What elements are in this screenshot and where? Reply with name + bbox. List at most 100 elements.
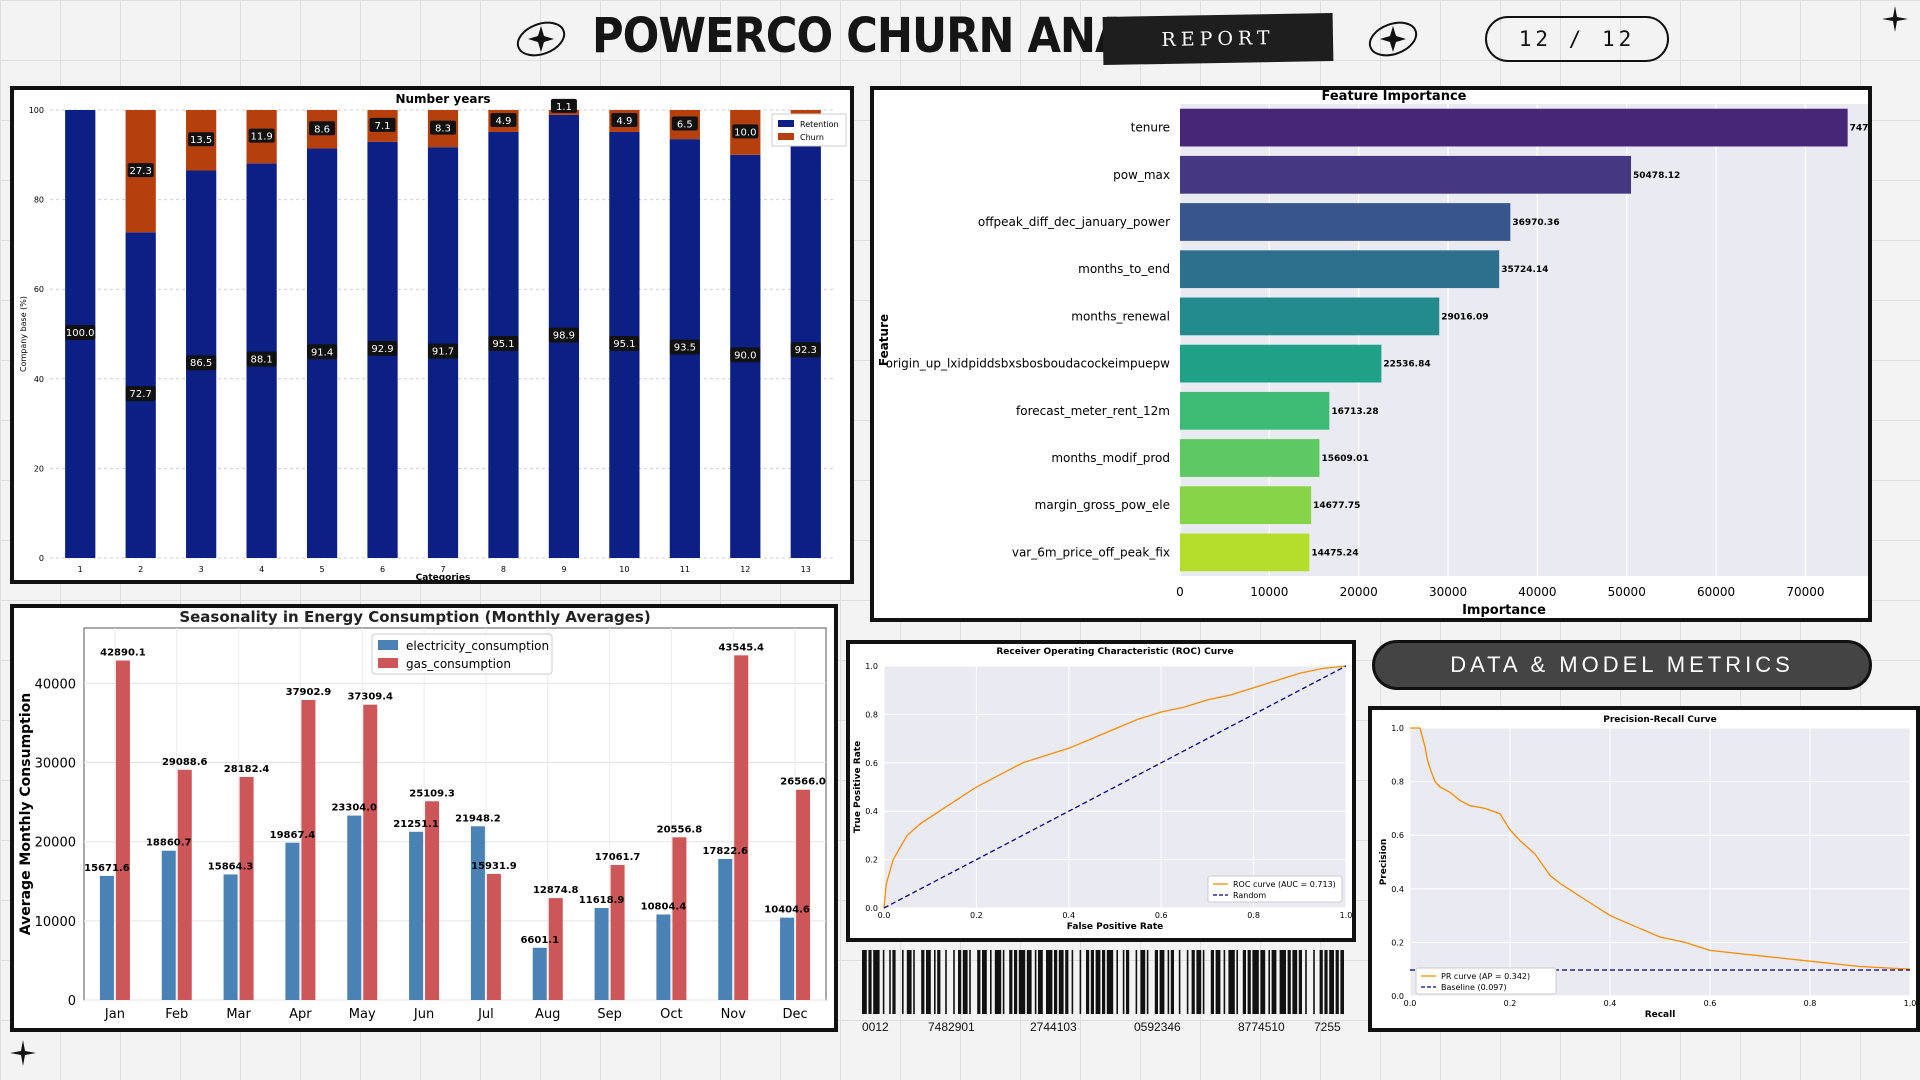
electricity-value-label: 21251.1 [393,819,439,830]
x-tick-label: 60000 [1697,585,1735,599]
chart-title: Seasonality in Energy Consumption (Month… [179,608,650,626]
x-tick-label: 3 [199,565,204,574]
legend-label: gas_consumption [406,657,511,671]
gas-bar [363,704,378,1000]
feature-name-label: pow_max [1113,168,1170,182]
x-tick-label: 50000 [1608,585,1646,599]
x-tick-label: Mar [226,1007,251,1022]
barcode-bar [1079,950,1082,1014]
y-tick-label: 1.0 [865,662,878,671]
barcode-bar [1329,950,1334,1014]
barcode-bar [1186,950,1189,1014]
electricity-value-label: 6601.1 [520,935,559,946]
chart-title: Feature Importance [1322,90,1467,104]
legend-swatch [378,658,398,668]
y-tick-label: 0.2 [865,856,878,865]
churn-value-label: 11.9 [250,132,272,143]
x-axis-label: False Positive Rate [1067,922,1164,932]
report-badge: REPORT [1102,12,1334,66]
x-tick-label: 40000 [1518,585,1556,599]
gas-value-label: 25109.3 [409,788,455,799]
x-tick-label: 30000 [1429,585,1467,599]
legend-swatch [778,120,794,127]
x-axis-label: Recall [1645,1010,1676,1020]
barcode-bar [1090,950,1094,1014]
electricity-bar [470,826,485,1000]
x-tick-label: 6 [380,565,385,574]
barcode-bar [1106,950,1114,1014]
gas-bar [115,660,130,1000]
barcode-number: 0592346 [1134,1020,1181,1034]
feature-value-label: 14475.24 [1311,548,1358,558]
sparkle-icon [1368,21,1418,57]
sparkle-icon [516,21,566,57]
x-tick-label: Feb [165,1007,188,1022]
barcode-bar [902,950,904,1014]
y-tick-label: 0.6 [865,759,878,768]
x-tick-label: 10000 [1250,585,1288,599]
barcode-bar [1242,950,1246,1014]
barcode-bar [945,950,947,1014]
barcode-bar [1146,950,1149,1014]
barcode-bar [921,950,925,1014]
y-tick-label: 10000 [35,915,76,930]
x-tick-label: 8 [501,565,506,574]
y-tick-label: 20 [34,464,44,473]
feature-value-label: 22536.84 [1383,360,1430,370]
feature-value-label: 29016.09 [1441,312,1488,322]
x-tick-label: 12 [740,565,750,574]
seasonality-panel: Seasonality in Energy Consumption (Month… [10,604,838,1032]
barcode-bar [1014,950,1018,1014]
feature-value-label: 16713.28 [1331,407,1378,417]
feature-bar [1180,108,1848,147]
seasonality-chart: Seasonality in Energy Consumption (Month… [18,608,827,1022]
feature-importance-chart: Feature Importance 0 10000 20000 30000 40000 5… [877,89,1875,618]
gas-bar [796,789,811,1000]
x-tick-label: 0.4 [1062,911,1075,920]
retention-value-label: 100.0 [66,328,95,339]
barcode-bar [1095,950,1101,1014]
legend-label: Random [1233,891,1266,900]
retention-value-label: 95.1 [613,339,635,350]
barcode-bar [1026,950,1032,1014]
feature-bar [1180,533,1310,572]
barcode-bar [1126,950,1130,1014]
barcode-bar [889,950,891,1014]
feature-bar [1180,344,1382,383]
x-tick-label: 0.6 [1155,911,1168,920]
x-tick-label: 4 [259,565,264,574]
feature-name-label: offpeak_diff_dec_january_power [978,215,1170,229]
barcode-bar [1065,950,1069,1014]
feature-name-label: var_6m_price_off_peak_fix [1012,545,1170,559]
feature-name-label: months_renewal [1071,309,1170,323]
gas-bar [425,801,440,1000]
y-axis-label: Feature [877,314,891,366]
x-tick-label: Dec [783,1007,808,1022]
feature-bar [1180,297,1440,336]
feature-name-label: months_to_end [1078,262,1170,276]
barcode-number: 8774510 [1238,1020,1285,1034]
barcode-bar [913,950,915,1014]
churn-value-label: 27.3 [130,166,152,177]
barcode-bar [1247,950,1251,1014]
electricity-bar [594,908,609,1000]
electricity-value-label: 11618.9 [579,895,625,906]
sparkle-icon [1882,6,1908,32]
barcode-bar [1335,950,1339,1014]
y-tick-label: 0.4 [865,807,878,816]
y-tick-label: 60 [34,285,44,294]
feature-bar [1180,155,1632,194]
barcode-number: 0012 [862,1020,889,1034]
legend-label: Churn [800,133,824,142]
barcode-bar [1116,950,1118,1014]
barcode-bar [1038,950,1043,1014]
y-tick-label: 80 [34,196,44,205]
barcode-bar [868,950,872,1014]
barcode-bar [882,950,885,1014]
barcode-bar [1210,950,1214,1014]
legend-swatch [378,640,398,650]
barcode-bar [994,950,1002,1014]
x-tick-label: 9 [561,565,566,574]
barcode-bar [1102,950,1106,1014]
gas-bar [548,898,563,1000]
